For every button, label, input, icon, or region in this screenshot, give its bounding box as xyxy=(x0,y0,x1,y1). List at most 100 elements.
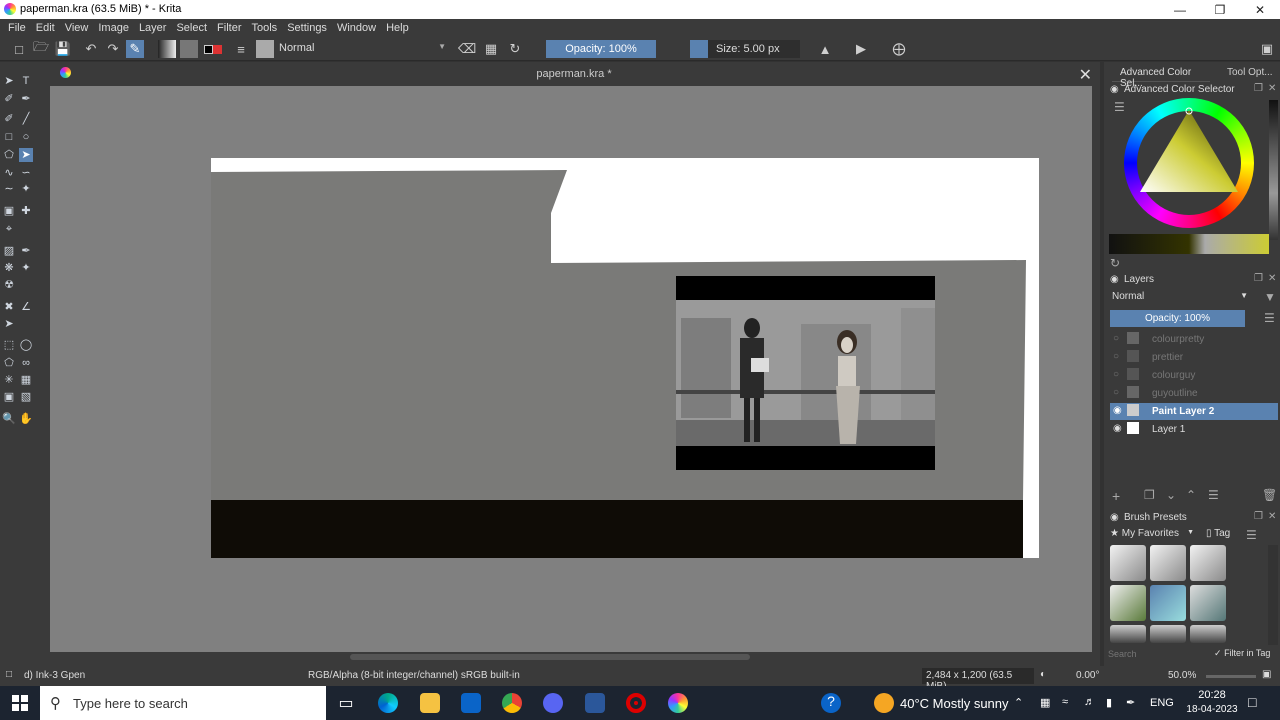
brush-view-icon[interactable]: ☰ xyxy=(1246,528,1257,542)
smart-patch-icon[interactable]: ❋ xyxy=(2,261,16,275)
edit-shapes-icon[interactable]: ✐ xyxy=(2,92,16,106)
float-docker-icon[interactable]: ❐ xyxy=(1254,83,1263,94)
reload-preset-icon[interactable]: ↻ xyxy=(506,40,524,58)
layer-row-selected[interactable]: ◉ Paint Layer 2 xyxy=(1110,403,1278,420)
document-tab[interactable]: paperman.kra * ✕ xyxy=(48,62,1100,86)
pan-tool-icon[interactable]: ✋ xyxy=(19,412,33,426)
word-icon[interactable] xyxy=(585,693,605,713)
menu-file[interactable]: File xyxy=(3,22,31,34)
multibrush-icon[interactable]: ✦ xyxy=(19,182,33,196)
bucket-fill-icon[interactable]: ☢ xyxy=(2,278,16,292)
move-layer-up-icon[interactable]: ⌃ xyxy=(1186,488,1196,502)
layer-opacity-slider[interactable]: Opacity: 100% xyxy=(1110,310,1245,327)
layer-menu-icon[interactable]: ☰ xyxy=(1264,311,1275,325)
ellipse-tool-icon[interactable]: ○ xyxy=(19,130,33,144)
layer-row[interactable]: ○ guyoutline xyxy=(1110,385,1278,402)
undo-icon[interactable]: ↶ xyxy=(82,40,100,58)
assistant-tool-icon[interactable]: ✖ xyxy=(2,300,16,314)
mirror-vertical-icon[interactable]: ▶ xyxy=(852,40,870,58)
add-layer-icon[interactable]: + xyxy=(1112,488,1120,504)
brush-search-input[interactable] xyxy=(1108,647,1208,661)
show-hidden-icons[interactable]: ⌃ xyxy=(1014,696,1023,709)
battery-icon[interactable]: ▮ xyxy=(1106,696,1112,709)
tag-button[interactable]: ▯ Tag xyxy=(1206,528,1242,542)
brush-edit-icon[interactable]: ✎ xyxy=(126,40,144,58)
minimize-button[interactable]: — xyxy=(1160,0,1200,19)
layer-blend-select[interactable]: Normal ▼ xyxy=(1108,289,1254,305)
save-icon[interactable]: 💾 xyxy=(54,40,72,58)
brush-preset[interactable] xyxy=(1110,585,1146,621)
float-layers-icon[interactable]: ❐ xyxy=(1254,273,1263,284)
close-layers-icon[interactable]: ✕ xyxy=(1268,273,1276,284)
alpha-lock-icon[interactable]: ▦ xyxy=(482,40,500,58)
brush-preset[interactable] xyxy=(1190,545,1226,581)
ellipse-select-icon[interactable]: ◯ xyxy=(19,338,33,352)
color-wheel[interactable] xyxy=(1120,98,1258,228)
eraser-icon[interactable]: ⌫ xyxy=(458,40,476,58)
krita-taskbar-icon[interactable] xyxy=(668,693,688,713)
visibility-on-icon[interactable]: ◉ xyxy=(1113,405,1122,416)
weather-text[interactable]: 40°C Mostly sunny xyxy=(900,696,1009,711)
menu-image[interactable]: Image xyxy=(93,22,134,34)
mirror-horizontal-icon[interactable]: ▲ xyxy=(816,40,834,58)
brush-scrollbar[interactable] xyxy=(1268,545,1278,645)
menu-help[interactable]: Help xyxy=(381,22,414,34)
rectangle-tool-icon[interactable]: □ xyxy=(2,130,16,144)
visibility-off-icon[interactable]: ○ xyxy=(1113,351,1119,362)
taskbar-search[interactable]: ⚲ Type here to search xyxy=(40,686,326,720)
opera-icon[interactable] xyxy=(626,693,646,713)
move-tool-icon[interactable]: ✚ xyxy=(19,204,33,218)
blend-mode-select[interactable]: Normal ▼ xyxy=(275,40,450,58)
filter-layers-icon[interactable]: ▼ xyxy=(1264,290,1276,304)
windows-start-icon[interactable] xyxy=(12,695,28,711)
scrollbar-thumb[interactable] xyxy=(350,654,750,660)
contiguous-select-icon[interactable]: ✳ xyxy=(2,373,16,387)
vertical-scrollbar[interactable] xyxy=(1092,86,1100,652)
tray-icon[interactable]: ▦ xyxy=(1040,696,1050,709)
brush-preset[interactable] xyxy=(1110,625,1146,643)
brush-preset-selected[interactable] xyxy=(1150,585,1186,621)
brush-settings-icon[interactable]: ≡ xyxy=(232,40,250,58)
open-document-icon[interactable]: 🗁 xyxy=(32,39,50,58)
opacity-slider[interactable]: Opacity: 100% xyxy=(546,40,656,58)
help-icon[interactable]: ? xyxy=(821,693,841,713)
close-document-icon[interactable]: ✕ xyxy=(1079,65,1092,85)
layer-row[interactable]: ○ colourguy xyxy=(1110,367,1278,384)
color-history-strip[interactable] xyxy=(1269,100,1278,240)
brush-preset[interactable] xyxy=(1190,585,1226,621)
line-tool-icon[interactable]: ╱ xyxy=(19,112,33,126)
menu-tools[interactable]: Tools xyxy=(247,22,283,34)
brush-preset-icon[interactable] xyxy=(256,40,274,58)
fill-tool-icon[interactable]: ✦ xyxy=(19,261,33,275)
menu-view[interactable]: View xyxy=(60,22,94,34)
brush-preset[interactable] xyxy=(1150,545,1186,581)
pen-icon[interactable]: ✒ xyxy=(1126,696,1135,709)
file-explorer-icon[interactable] xyxy=(420,693,440,713)
layer-properties-icon[interactable]: ☰ xyxy=(1208,488,1219,502)
close-window-button[interactable]: ✕ xyxy=(1240,0,1280,19)
similar-select-icon[interactable]: ▦ xyxy=(19,373,33,387)
size-slider-handle[interactable] xyxy=(690,40,708,58)
menu-filter[interactable]: Filter xyxy=(212,22,246,34)
select-shape-icon[interactable]: ➤ xyxy=(2,74,16,88)
wraparound-icon[interactable]: ⨁ xyxy=(890,40,908,58)
tab-advanced-color[interactable]: Advanced Color Sel... xyxy=(1112,64,1210,89)
layer-row[interactable]: ◉ Layer 1 xyxy=(1110,421,1278,438)
task-view-icon[interactable]: ▭ xyxy=(336,693,356,713)
visibility-off-icon[interactable]: ○ xyxy=(1113,369,1119,380)
volume-icon[interactable]: ♬ xyxy=(1084,696,1095,708)
visibility-off-icon[interactable]: ○ xyxy=(1113,387,1119,398)
brush-tag-select[interactable]: ★ My Favorites ▼ xyxy=(1110,528,1198,542)
transform-tool-icon[interactable]: ▣ xyxy=(2,204,16,218)
redo-icon[interactable]: ↷ xyxy=(104,40,122,58)
freehand-brush-icon[interactable]: ✐ xyxy=(2,112,16,126)
brush-preset[interactable] xyxy=(1110,545,1146,581)
gradient-icon[interactable] xyxy=(158,40,176,58)
artboard[interactable] xyxy=(211,158,1039,558)
color-picker-icon[interactable]: ✒ xyxy=(19,244,33,258)
maximize-button[interactable]: ❐ xyxy=(1200,0,1240,19)
reference-tool-icon[interactable]: ➤ xyxy=(2,317,16,331)
notifications-icon[interactable]: □ xyxy=(1248,694,1256,710)
crop-tool-icon[interactable]: ⌖ xyxy=(2,222,16,236)
filter-in-tag-checkbox[interactable]: ✓ Filter in Tag xyxy=(1214,648,1270,659)
